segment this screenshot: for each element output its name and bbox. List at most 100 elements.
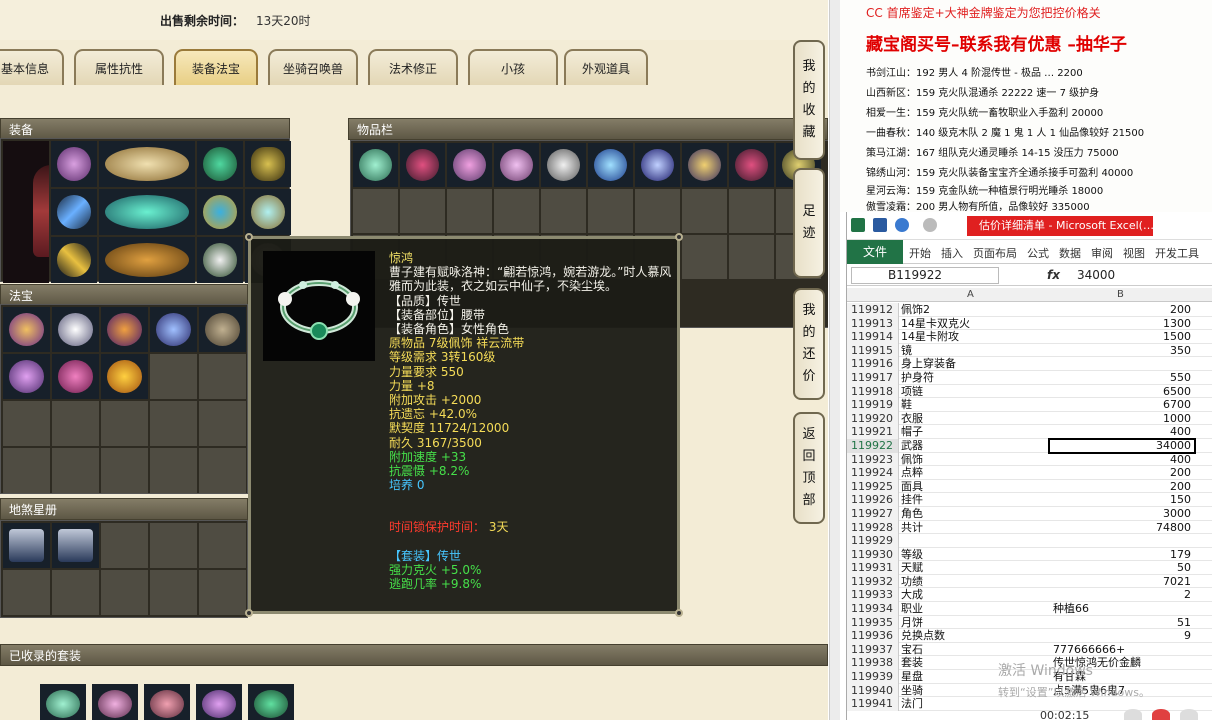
tab-developer[interactable]: 开发工具 (1155, 245, 1199, 261)
treasure-slot[interactable] (52, 401, 99, 446)
row-number[interactable]: 119915 (847, 343, 899, 358)
inventory-slot[interactable] (729, 235, 774, 279)
inventory-slot[interactable] (541, 189, 586, 233)
equip-slot[interactable] (51, 237, 97, 283)
treasure-slot[interactable] (199, 307, 246, 352)
row-number[interactable]: 119929 (847, 534, 899, 548)
cell-b[interactable]: 350 (1049, 344, 1195, 358)
cell-a[interactable]: 武器 (901, 439, 1049, 453)
inventory-slot[interactable] (729, 189, 774, 233)
inventory-slot[interactable] (682, 189, 727, 233)
row-number[interactable]: 119941 (847, 697, 899, 711)
cell-a[interactable]: 项链 (901, 385, 1049, 399)
set-slot[interactable] (92, 684, 138, 720)
camera-icon[interactable] (1180, 709, 1198, 720)
inventory-slot[interactable] (588, 143, 633, 187)
tab-mounts-summons[interactable]: 坐骑召唤兽 (268, 49, 358, 85)
row-number[interactable]: 119933 (847, 588, 899, 603)
row-number[interactable]: 119936 (847, 629, 899, 643)
treasure-slot[interactable] (199, 354, 246, 399)
inventory-slot[interactable] (447, 189, 492, 233)
cell-b[interactable]: 34000 (1048, 437, 1196, 454)
table-row[interactable]: 119925 面具 200 (847, 479, 1212, 494)
tab-review[interactable]: 审阅 (1091, 245, 1113, 261)
cell-a[interactable]: 兑换点数 (901, 629, 1049, 643)
cell-a[interactable]: 共计 (901, 521, 1049, 535)
dizhao-slot[interactable] (101, 523, 148, 568)
table-row[interactable]: 119921 帽子 400 (847, 425, 1212, 439)
footprint-button[interactable]: 足迹 (793, 168, 825, 278)
cell-a[interactable]: 等级 (901, 548, 1049, 562)
stop-icon[interactable] (1152, 709, 1170, 720)
cell-b[interactable]: 6500 (1049, 385, 1195, 399)
cell-b[interactable]: 179 (1049, 548, 1195, 562)
cell-a[interactable]: 鞋 (901, 398, 1049, 412)
table-row[interactable]: 119915 镜 350 (847, 343, 1212, 358)
row-number[interactable]: 119917 (847, 370, 899, 385)
row-number[interactable]: 119935 (847, 615, 899, 630)
column-header-a[interactable]: A (967, 289, 974, 300)
row-number[interactable]: 119912 (847, 303, 899, 317)
cell-a[interactable]: 角色 (901, 507, 1049, 521)
row-number[interactable]: 119924 (847, 466, 899, 480)
set-slot[interactable] (248, 684, 294, 720)
table-row[interactable]: 119922 武器 34000 (847, 437, 1212, 454)
table-row[interactable]: 119927 角色 3000 (847, 506, 1212, 521)
inventory-slot[interactable] (541, 143, 586, 187)
set-slot[interactable] (40, 684, 86, 720)
tab-home[interactable]: 开始 (909, 245, 931, 261)
inventory-slot[interactable] (635, 143, 680, 187)
row-number[interactable]: 119927 (847, 506, 899, 521)
table-row[interactable]: 119926 挂件 150 (847, 493, 1212, 507)
set-slot[interactable] (196, 684, 242, 720)
inventory-slot[interactable] (729, 143, 774, 187)
equip-slot[interactable] (51, 141, 97, 187)
cell-b[interactable]: 1000 (1049, 412, 1195, 426)
table-row[interactable]: 119936 兑换点数 9 (847, 629, 1212, 643)
cell-b[interactable]: 3000 (1049, 507, 1195, 521)
cell-b[interactable]: 400 (1049, 425, 1195, 439)
cell-a[interactable]: 功绩 (901, 575, 1049, 589)
my-favorites-button[interactable]: 我的收藏 (793, 40, 825, 160)
cell-a[interactable]: 点粹 (901, 466, 1049, 480)
dizhao-slot[interactable] (150, 523, 197, 568)
formula-input[interactable]: 34000 (1077, 268, 1115, 282)
dizhao-slot[interactable] (150, 570, 197, 615)
cell-b[interactable]: 74800 (1049, 521, 1195, 535)
cell-a[interactable]: 佩饰2 (901, 303, 1049, 317)
treasure-slot[interactable] (101, 401, 148, 446)
fx-icon[interactable]: fx (1047, 268, 1060, 282)
tab-data[interactable]: 数据 (1059, 245, 1081, 261)
cell-a[interactable]: 镜 (901, 344, 1049, 358)
table-row[interactable]: 119931 天赋 50 (847, 561, 1212, 575)
cell-a[interactable]: 佩饰 (901, 453, 1049, 467)
table-row[interactable]: 119917 护身符 550 (847, 370, 1212, 385)
treasure-slot[interactable] (52, 354, 99, 399)
cell-b[interactable]: 6700 (1049, 398, 1195, 412)
cell-a[interactable]: 面具 (901, 480, 1049, 494)
row-number[interactable]: 119913 (847, 316, 899, 331)
equip-slot[interactable] (99, 189, 195, 235)
cell-b[interactable]: 200 (1049, 480, 1195, 494)
table-row[interactable]: 119937 宝石 777666666+ (847, 642, 1212, 657)
equip-slot[interactable] (99, 237, 195, 283)
save-icon[interactable] (873, 218, 887, 232)
page-scrollbar[interactable] (829, 0, 840, 720)
cell-a[interactable]: 护身符 (901, 371, 1049, 385)
cell-a[interactable]: 14星卡双克火 (901, 317, 1049, 331)
row-number[interactable]: 119921 (847, 425, 899, 439)
treasure-slot[interactable] (3, 307, 50, 352)
treasure-slot[interactable] (52, 307, 99, 352)
equip-slot[interactable] (197, 141, 243, 187)
equip-slot[interactable] (245, 141, 291, 187)
cell-b[interactable]: 1500 (1049, 330, 1195, 344)
row-number[interactable]: 119923 (847, 452, 899, 467)
row-number[interactable]: 119931 (847, 561, 899, 575)
cell-a[interactable]: 14星卡附攻 (901, 330, 1049, 344)
equip-slot[interactable] (51, 189, 97, 235)
table-row[interactable]: 119932 功绩 7021 (847, 574, 1212, 589)
row-number[interactable]: 119920 (847, 411, 899, 426)
tab-insert[interactable]: 插入 (941, 245, 963, 261)
treasure-slot[interactable] (199, 401, 246, 446)
table-row[interactable]: 119928 共计 74800 (847, 520, 1212, 535)
